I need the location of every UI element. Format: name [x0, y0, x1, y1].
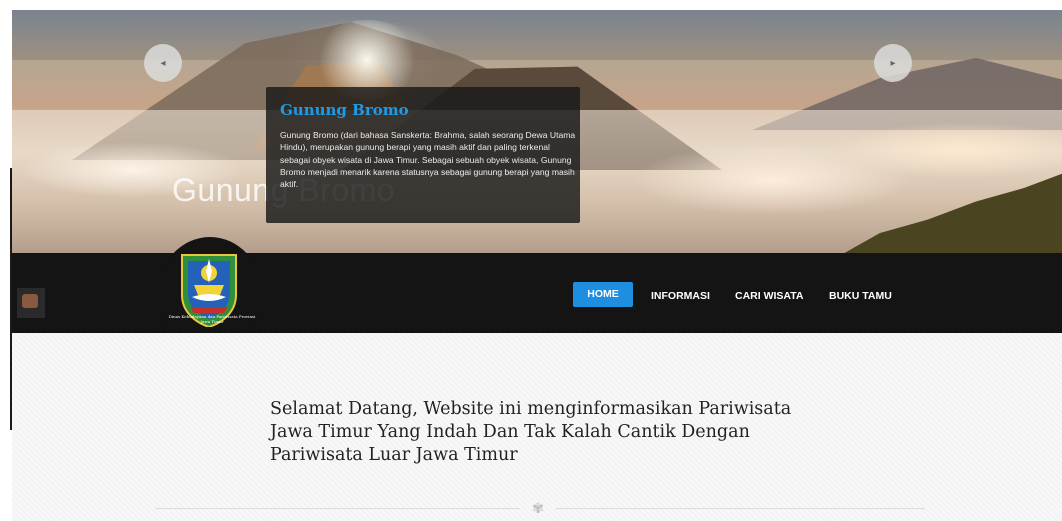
nav-informasi[interactable]: INFORMASI	[651, 290, 710, 302]
caption-text: Gunung Bromo (dari bahasa Sanskerta: Bra…	[280, 130, 576, 190]
thumbnail-image	[22, 294, 38, 308]
ornament-icon: ✾	[532, 500, 544, 516]
nav-buku-tamu[interactable]: BUKU TAMU	[829, 290, 892, 302]
divider-left	[155, 508, 520, 509]
nav-cari-wisata[interactable]: CARI WISATA	[735, 290, 803, 302]
slider-prev-button[interactable]: ◂	[144, 44, 182, 82]
slider-next-button[interactable]: ▸	[874, 44, 912, 82]
welcome-text: Selamat Datang, Website ini menginformas…	[270, 399, 792, 465]
logo-caption: Dinas Kebudayaan dan Pariwisata Provinsi…	[168, 314, 256, 324]
caption-title: Gunung Bromo	[280, 101, 409, 119]
divider-right	[555, 508, 925, 509]
nav-home[interactable]: HOME	[573, 282, 633, 307]
arrow-right-icon: ▸	[890, 57, 896, 69]
slide-caption: Gunung Bromo Gunung Bromo (dari bahasa S…	[266, 87, 580, 223]
side-thumbnail[interactable]	[17, 288, 45, 318]
arrow-left-icon: ◂	[160, 57, 166, 69]
